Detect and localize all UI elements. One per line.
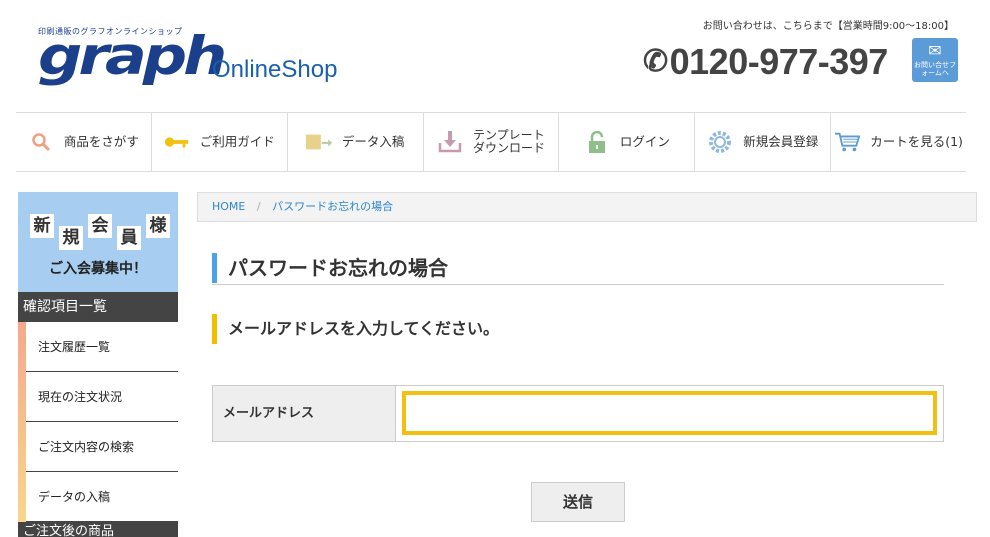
sidebar: 新 規 会 員 様 ご入会募集中！ 確認項目一覧 注文履歴一覧 現在の注文状況 … [18, 192, 178, 537]
submit-button[interactable]: 送信 [531, 482, 625, 522]
search-icon [28, 129, 54, 155]
contact-form-label: お問い合せフォームへ [914, 61, 956, 77]
promo-char: 規 [59, 226, 83, 250]
nav-template[interactable]: テンプレート ダウンロード [424, 113, 560, 171]
nav-label: 新規会員登録 [743, 134, 819, 149]
key-icon [164, 129, 190, 155]
subtitle: メールアドレスを入力してください。 [228, 319, 500, 338]
gear-icon [707, 129, 733, 155]
phone-text: 0120-977-397 [669, 41, 889, 82]
sidebar-item-order-status[interactable]: 現在の注文状況 [26, 372, 178, 422]
member-promo-banner[interactable]: 新 規 会 員 様 ご入会募集中！ [18, 192, 178, 292]
breadcrumb-home[interactable]: HOME [212, 200, 245, 213]
contact-note: お問い合わせは、こちらまで【営業時間9:00〜18:00】 [702, 21, 954, 32]
page-title: パスワードお忘れの場合 [228, 256, 448, 280]
logo-main: graph [38, 24, 227, 87]
sidebar-section-title: 確認項目一覧 [18, 292, 178, 322]
nav-label: カートを見る(1) [870, 134, 963, 149]
promo-subtext: ご入会募集中！ [49, 261, 147, 277]
sidebar-item-order-search[interactable]: ご注文内容の検索 [26, 422, 178, 472]
email-field[interactable] [402, 391, 937, 435]
logo[interactable]: 印刷通販のグラフオンラインショップ graph OnlineShop [38, 26, 358, 96]
promo-char: 新 [30, 214, 54, 238]
logo-sub: OnlineShop [212, 56, 338, 83]
phone-number[interactable]: ✆ 0120-977-397 [643, 42, 888, 82]
nav-label: テンプレート ダウンロード [473, 128, 546, 155]
breadcrumb-separator: / [256, 200, 261, 213]
email-label: メールアドレス [213, 386, 396, 441]
sidebar-list: 注文履歴一覧 現在の注文状況 ご注文内容の検索 データの入稿 [18, 322, 178, 522]
promo-char: 員 [117, 226, 141, 250]
nav-label: データ入稿 [341, 134, 405, 149]
sidebar-next-section: ご注文後の商品 [18, 522, 178, 537]
contact-form-button[interactable]: ✉ お問い合せフォームへ [912, 38, 958, 82]
download-icon [437, 129, 463, 155]
breadcrumb-current: パスワードお忘れの場合 [272, 200, 394, 213]
sidebar-item-data-upload[interactable]: データの入稿 [26, 472, 178, 522]
promo-char: 会 [88, 214, 112, 238]
global-nav: 商品をさがす ご利用ガイド データ入稿 テンプレート ダウンロード ログイン 新規… [16, 112, 966, 172]
sidebar-item-order-history[interactable]: 注文履歴一覧 [26, 322, 178, 372]
nav-login[interactable]: ログイン [559, 113, 696, 171]
nav-label: ご利用ガイド [199, 134, 275, 149]
breadcrumb: HOME / パスワードお忘れの場合 [197, 192, 977, 222]
title-accent-bar [212, 253, 217, 283]
nav-upload[interactable]: データ入稿 [288, 113, 424, 171]
nav-search[interactable]: 商品をさがす [16, 113, 152, 171]
subtitle-accent-bar [212, 314, 217, 344]
cart-icon [834, 129, 861, 155]
upload-icon [305, 129, 332, 155]
nav-cart[interactable]: カートを見る(1) [831, 113, 966, 171]
email-form-row: メールアドレス [212, 385, 944, 442]
mail-icon: ✉ [928, 41, 942, 60]
lock-icon [584, 129, 610, 155]
nav-guide[interactable]: ご利用ガイド [152, 113, 288, 171]
page-title-block: パスワードお忘れの場合 [212, 253, 944, 285]
nav-register[interactable]: 新規会員登録 [695, 113, 832, 171]
phone-icon: ✆ [643, 45, 668, 78]
promo-char: 様 [146, 214, 170, 238]
nav-label: ログイン [619, 134, 670, 149]
nav-label: 商品をさがす [63, 134, 139, 149]
